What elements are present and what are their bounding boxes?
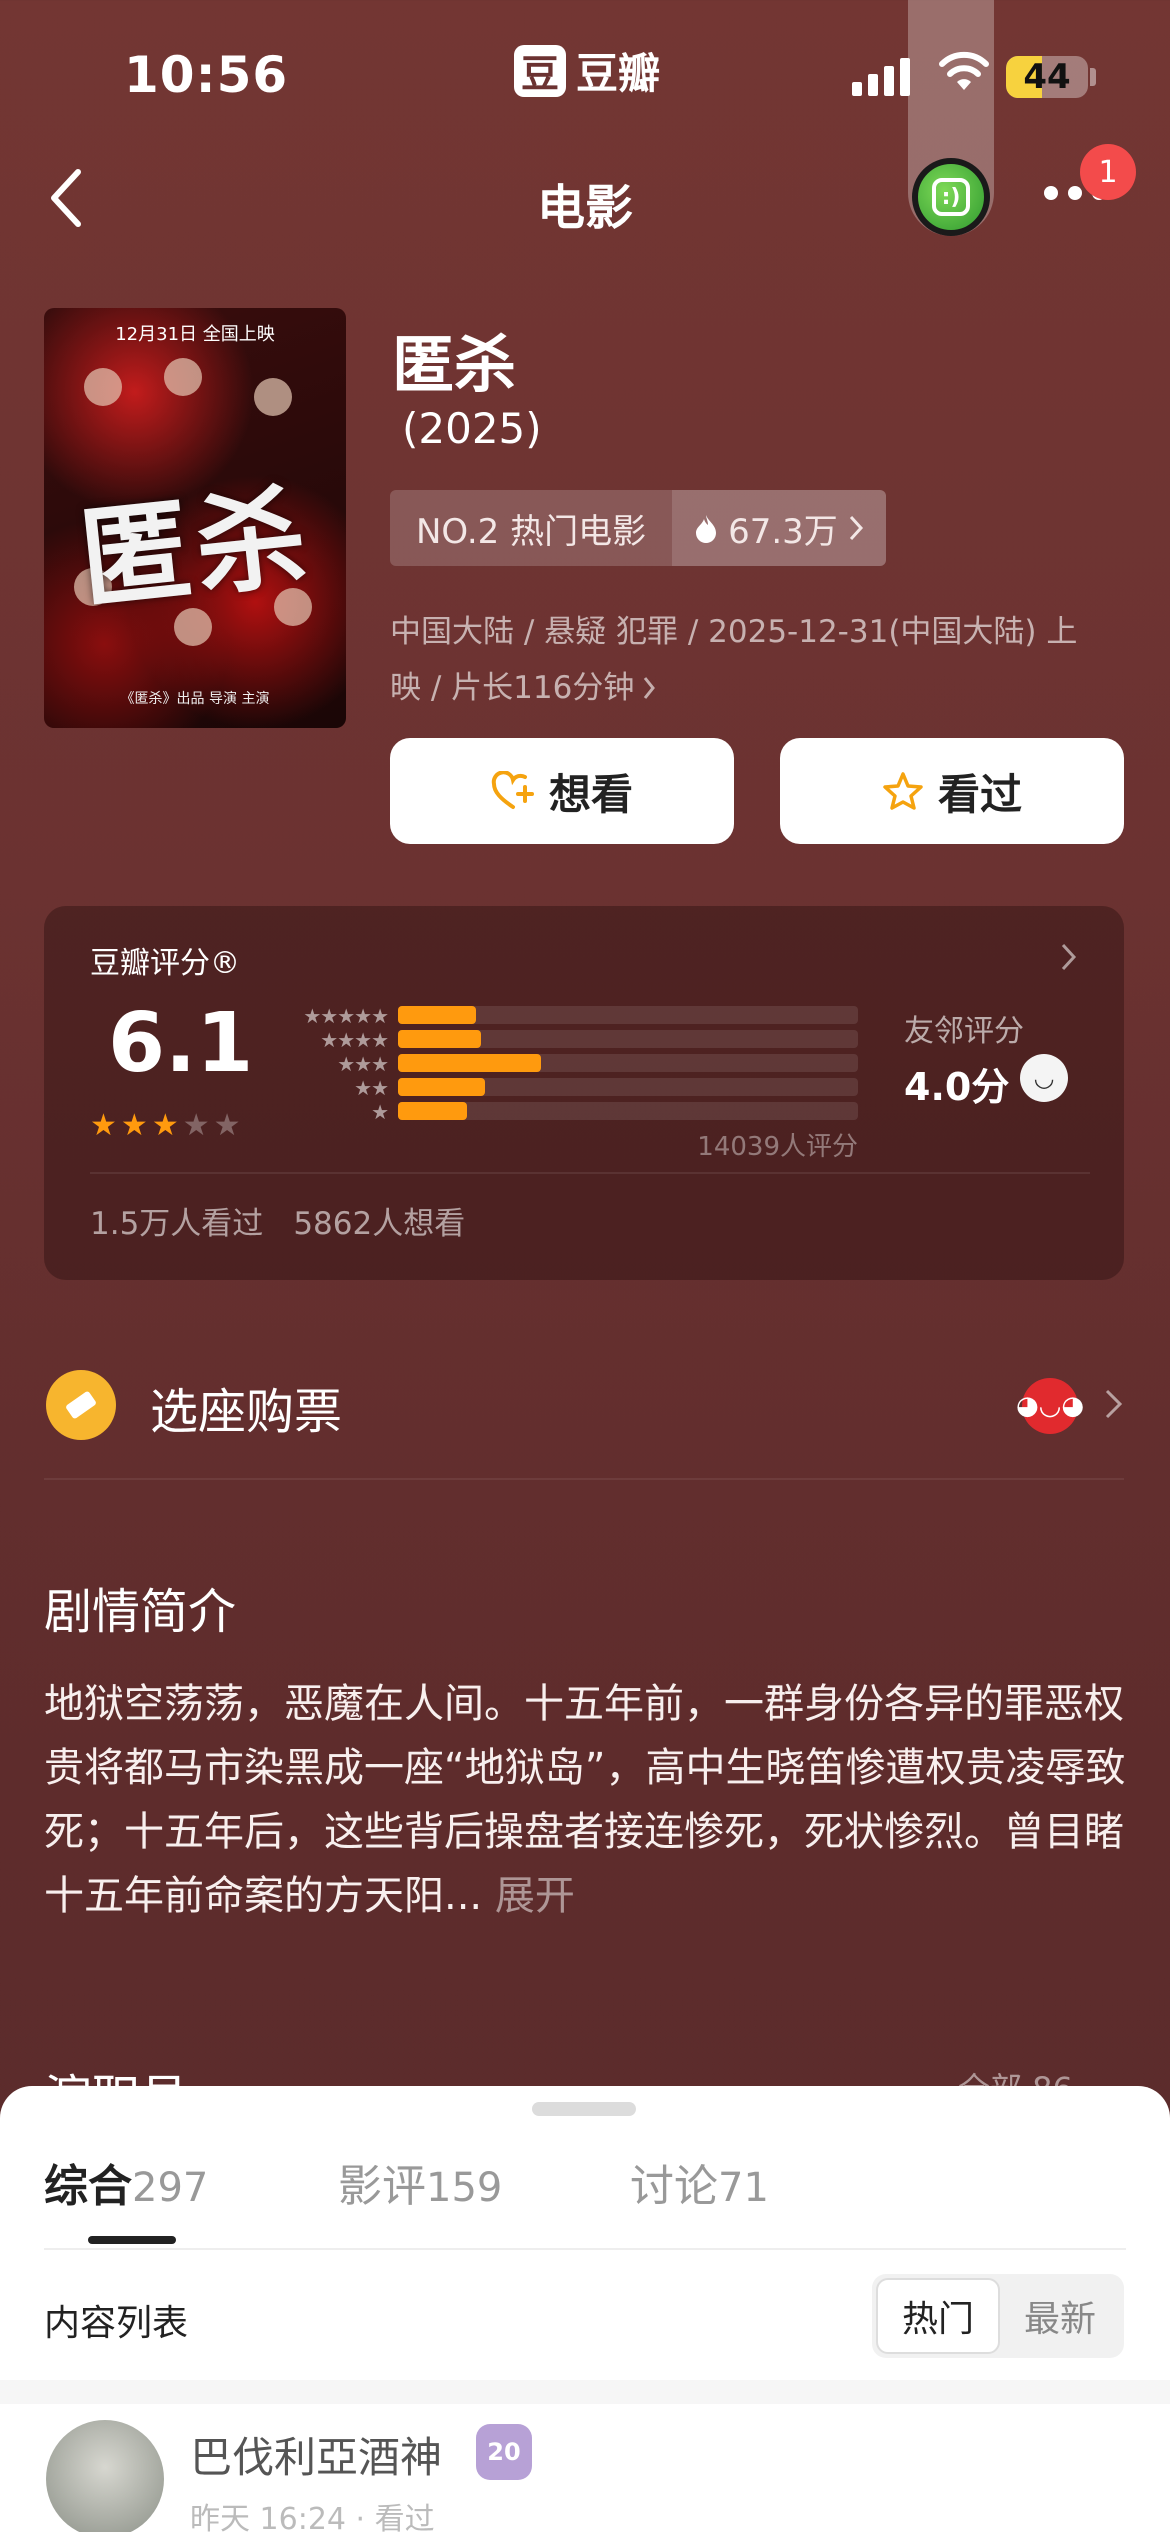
heat-value: 67.3万 — [728, 511, 838, 552]
list-separator — [0, 2380, 1170, 2404]
battery-level: 44 — [1023, 57, 1071, 97]
synopsis-body: 地狱空荡荡，恶魔在人间。十五年前，一群身份各异的罪恶权贵将都马市染黑成一座“地狱… — [44, 1681, 1126, 1919]
flame-icon — [696, 515, 717, 543]
want-to-watch-button[interactable]: 想看 — [390, 738, 734, 844]
star-outline-icon — [883, 772, 923, 810]
synopsis-title: 剧情简介 — [44, 1584, 237, 1640]
ticket-label[interactable]: 选座购票 — [150, 1372, 342, 1442]
smiley-icon: ◡ — [1020, 1054, 1068, 1102]
rating-stars: ★ ★ ★ ★ ★ — [90, 1108, 241, 1143]
divider — [44, 1478, 1124, 1480]
distribution-bar-track — [398, 1054, 858, 1072]
rating-score: 6.1 — [108, 996, 254, 1091]
nav-title: 电影 — [536, 180, 633, 236]
meta-line-2: 映 / 片长116分钟 — [390, 670, 635, 706]
chevron-right-icon — [644, 677, 656, 699]
seen-count: 1.5万人看过 — [90, 1206, 264, 1242]
chevron-right-icon[interactable] — [1104, 1388, 1124, 1420]
tab-overall[interactable]: 综合297 — [44, 2150, 208, 2214]
star-level-label: ★★★ — [337, 1052, 389, 1076]
cellular-signal-icon — [852, 58, 910, 96]
chevron-right-icon[interactable] — [1060, 942, 1078, 972]
tab-label: 影评 — [338, 2161, 426, 2212]
star-level-label: ★★★★★ — [303, 1004, 389, 1028]
tab-discussions[interactable]: 讨论71 — [630, 2150, 769, 2214]
distribution-bar-track — [398, 1102, 858, 1120]
battery-icon: 44 — [1006, 56, 1088, 98]
movie-year: (2025) — [402, 404, 542, 453]
ticket-icon — [46, 1370, 116, 1440]
star-level-label: ★ — [371, 1100, 389, 1124]
post-meta: 昨天 16:24 · 看过 — [190, 2502, 435, 2532]
rank-label: NO.2 热门电影 — [416, 511, 647, 552]
distribution-bar — [398, 1030, 481, 1048]
tab-count: 297 — [132, 2165, 209, 2211]
chevron-right-icon — [849, 515, 863, 541]
tab-count: 159 — [426, 2165, 503, 2211]
movie-poster[interactable]: 12月31日 全国上映 匿杀 《匿杀》出品 导演 主演 — [44, 308, 346, 728]
rank-badge[interactable]: NO.2 热门电影 67.3万 — [390, 490, 886, 566]
heat-section: 67.3万 — [672, 490, 886, 566]
star-filled-icon: ★ — [151, 1108, 179, 1143]
maoyan-cat-icon: ◕◡◕ — [1016, 1378, 1084, 1434]
star-level-label: ★★ — [354, 1076, 389, 1100]
tab-reviews[interactable]: 影评159 — [338, 2150, 502, 2214]
star-empty-icon: ★ — [213, 1108, 241, 1143]
synopsis-text[interactable]: 地狱空荡荡，恶魔在人间。十五年前，一群身份各异的罪恶权贵将都马市染黑成一座“地狱… — [44, 1672, 1130, 1928]
meta-line-1: 中国大陆 / 悬疑 犯罪 / 2025-12-31(中国大陆) 上 — [390, 614, 1078, 650]
distribution-bar — [398, 1006, 477, 1024]
poster-title: 匿杀 — [73, 472, 319, 624]
distribution-bar-track — [398, 1078, 858, 1096]
content-list-label: 内容列表 — [44, 2303, 189, 2344]
status-time: 10:56 — [124, 46, 289, 104]
active-tab-indicator — [88, 2236, 176, 2244]
distribution-bar-track — [398, 1030, 858, 1048]
sort-new-button[interactable]: 最新 — [1000, 2278, 1120, 2354]
want-count: 5862人想看 — [293, 1206, 466, 1242]
notification-badge: 1 — [1080, 144, 1136, 200]
mini-app-icon[interactable]: :) — [912, 158, 990, 236]
seen-label: 看过 — [937, 769, 1022, 819]
app-name: 豆瓣 — [576, 49, 661, 98]
poster-credits: 《匿杀》出品 导演 主演 — [120, 691, 270, 707]
star-filled-icon: ★ — [120, 1108, 148, 1143]
distribution-bar — [398, 1054, 541, 1072]
sort-hot-button[interactable]: 热门 — [876, 2278, 1000, 2354]
friend-rating-label: 友邻评分 — [904, 1014, 1024, 1049]
battery-tip — [1090, 68, 1096, 86]
divider — [44, 2248, 1126, 2250]
distribution-bar — [398, 1102, 467, 1120]
star-empty-icon: ★ — [182, 1108, 210, 1143]
distribution-bar-track — [398, 1006, 858, 1024]
expand-link[interactable]: 展开 — [495, 1873, 575, 1919]
tab-label: 讨论 — [630, 2161, 718, 2212]
star-level-label: ★★★★ — [320, 1028, 389, 1052]
rating-distribution — [398, 1006, 858, 1126]
movie-meta[interactable]: 中国大陆 / 悬疑 犯罪 / 2025-12-31(中国大陆) 上 映 / 片长… — [390, 604, 1120, 716]
star-level-labels: ★★★★★ ★★★★ ★★★ ★★ ★ — [278, 1004, 389, 1124]
rating-title: 豆瓣评分® — [90, 946, 240, 981]
distribution-bar — [398, 1078, 486, 1096]
star-filled-icon: ★ — [90, 1108, 117, 1143]
watched-button[interactable]: 看过 — [780, 738, 1124, 844]
app-badge: 豆 豆瓣 — [514, 40, 660, 101]
sort-toggle: 热门 最新 — [872, 2274, 1124, 2358]
rating-count: 14039人评分 — [697, 1132, 858, 1162]
poster-date: 12月31日 全国上映 — [115, 324, 275, 345]
divider — [90, 1172, 1090, 1174]
watch-stats: 1.5万人看过 5862人想看 — [90, 1198, 465, 1243]
want-label: 想看 — [548, 769, 633, 819]
level-badge: 20 — [476, 2424, 532, 2480]
post-username[interactable]: 巴伐利亞酒神 — [190, 2424, 442, 2485]
friend-rating-score: 4.0分 — [904, 1065, 1010, 1109]
tab-count: 71 — [718, 2165, 769, 2211]
douban-logo-icon: 豆 — [514, 44, 566, 97]
sheet-handle[interactable] — [532, 2102, 636, 2116]
heart-plus-icon — [491, 771, 534, 809]
tab-label: 综合 — [44, 2161, 132, 2212]
avatar[interactable] — [46, 2420, 164, 2532]
movie-title: 匿杀 — [392, 328, 517, 401]
